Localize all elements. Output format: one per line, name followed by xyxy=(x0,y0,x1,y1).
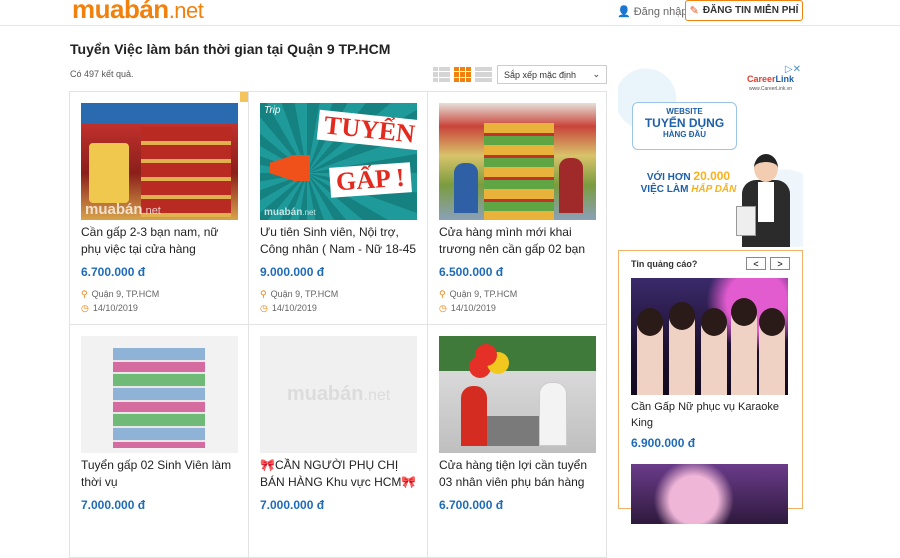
user-icon: 👤 xyxy=(617,6,631,18)
listing-date: 14/10/2019 xyxy=(450,303,496,313)
site-logo[interactable]: muabán.net xyxy=(72,0,204,25)
login-link[interactable]: 👤 Đăng nhập xyxy=(617,5,688,19)
image-watermark: muabán.net xyxy=(264,207,316,218)
sponsored-item-image[interactable] xyxy=(631,278,788,395)
image-brand-text: Trip xyxy=(264,105,281,116)
clock-icon: ◷ xyxy=(260,303,268,313)
post-free-ad-button[interactable]: ✎ ĐĂNG TIN MIỄN PHÍ xyxy=(685,0,803,21)
listing-price: 6.700.000 đ xyxy=(81,265,146,279)
listing-card[interactable]: Cửa hàng tiện lợi cần tuyển 03 nhân viên… xyxy=(428,325,607,558)
listing-meta: ⚲ Quận 9, TP.HCM ◷ 14/10/2019 xyxy=(260,287,417,315)
banner-website-box: WEBSITE TUYỂN DỤNG HÀNG ĐẦU xyxy=(632,102,737,150)
chevron-down-icon: ⌄ xyxy=(592,69,600,79)
careerlink-logo: CareerLink www.CareerLink.vn xyxy=(746,74,795,92)
chevron-right-icon[interactable]: > xyxy=(770,257,790,270)
grid-view-icon[interactable] xyxy=(454,67,471,82)
list-view-icon[interactable] xyxy=(433,67,450,82)
listing-image-placeholder[interactable]: muabán.net xyxy=(260,336,417,453)
listing-location: Quận 9, TP.HCM xyxy=(91,289,160,299)
ad-flag-icon xyxy=(240,92,248,102)
listing-title[interactable]: Cửa hàng mình mới khai trương nên cần gấ… xyxy=(439,224,596,258)
listing-location: Quận 9, TP.HCM xyxy=(449,289,518,299)
banner-offer-text: VỚI HƠN 20.000 VIỆC LÀM HẤP DẪN xyxy=(640,169,737,195)
listing-card[interactable]: muabán.net Cần gấp 2-3 bạn nam, nữ phụ v… xyxy=(70,92,249,325)
top-bar: muabán.net 👤 Đăng nhập ✎ ĐĂNG TIN MIỄN P… xyxy=(0,0,900,26)
listing-image[interactable]: Trip TUYỂN GẤP ! muabán.net xyxy=(260,103,417,220)
sort-dropdown[interactable]: Sắp xếp mặc định ⌄ xyxy=(497,65,607,84)
clock-icon: ◷ xyxy=(81,303,89,313)
sponsored-ads-box: Tin quảng cáo? < > Cần Gấp Nữ phục vụ Ka… xyxy=(618,250,803,524)
listing-image[interactable] xyxy=(439,336,596,453)
listing-price: 7.000.000 đ xyxy=(81,498,146,512)
location-pin-icon: ⚲ xyxy=(439,289,446,299)
logo-main: muabán xyxy=(72,0,169,24)
listing-image[interactable]: muabán.net xyxy=(81,103,238,220)
sponsored-item-price: 6.900.000 đ xyxy=(631,436,696,450)
listing-meta: ⚲ Quận 9, TP.HCM ◷ 14/10/2019 xyxy=(81,287,238,315)
listing-price: 6.500.000 đ xyxy=(439,265,504,279)
sort-label: Sắp xếp mặc định xyxy=(504,69,577,80)
listing-card[interactable]: Tuyển gấp 02 Sinh Viên làm thời vụ 7.000… xyxy=(70,325,249,558)
page-title: Tuyển Việc làm bán thời gian tại Quận 9 … xyxy=(70,41,391,57)
pencil-icon: ✎ xyxy=(689,5,699,17)
listing-title[interactable]: Cần gấp 2-3 bạn nam, nữ phụ việc tại cửa… xyxy=(81,224,238,258)
listing-title[interactable]: Tuyển gấp 02 Sinh Viên làm thời vụ xyxy=(81,457,238,491)
login-label: Đăng nhập xyxy=(633,5,688,18)
listing-grid: muabán.net Cần gấp 2-3 bạn nam, nữ phụ v… xyxy=(69,91,607,558)
listing-card[interactable]: Cửa hàng mình mới khai trương nên cần gấ… xyxy=(428,92,607,325)
location-pin-icon: ⚲ xyxy=(81,289,88,299)
careerlink-banner[interactable]: ▷✕ CareerLink www.CareerLink.vn WEBSITE … xyxy=(618,62,803,247)
banner-person-image xyxy=(736,154,796,247)
image-text-gap: GẤP ! xyxy=(329,162,412,198)
listing-date: 14/10/2019 xyxy=(92,303,138,313)
listing-meta: ⚲ Quận 9, TP.HCM ◷ 14/10/2019 xyxy=(439,287,596,315)
sponsored-item-title[interactable]: Cần Gấp Nữ phục vụ Karaoke King xyxy=(631,399,790,431)
listing-card[interactable]: Trip TUYỂN GẤP ! muabán.net Ưu tiên Sinh… xyxy=(249,92,428,325)
clock-icon: ◷ xyxy=(439,303,447,313)
sponsored-item-image-2[interactable] xyxy=(631,464,788,524)
listing-price: 6.700.000 đ xyxy=(439,498,504,512)
compact-list-view-icon[interactable] xyxy=(475,67,492,82)
placeholder-logo: muabán.net xyxy=(286,383,391,405)
image-watermark: muabán.net xyxy=(85,201,161,218)
listing-image[interactable] xyxy=(439,103,596,220)
logo-suffix: .net xyxy=(168,0,204,23)
view-mode-switcher xyxy=(433,67,492,82)
sponsored-heading: Tin quảng cáo? xyxy=(631,258,698,269)
listing-price: 9.000.000 đ xyxy=(260,265,325,279)
listing-title[interactable]: 🎀CẦN NGƯỜI PHỤ CHỊ BÁN HÀNG Khu vực HCM🎀 xyxy=(260,457,417,491)
listing-date: 14/10/2019 xyxy=(271,303,317,313)
listing-title[interactable]: Cửa hàng tiện lợi cần tuyển 03 nhân viên… xyxy=(439,457,596,491)
location-pin-icon: ⚲ xyxy=(260,289,267,299)
listing-card[interactable]: muabán.net 🎀CẦN NGƯỜI PHỤ CHỊ BÁN HÀNG K… xyxy=(249,325,428,558)
chevron-left-icon[interactable]: < xyxy=(746,257,766,270)
listing-image[interactable] xyxy=(81,336,238,453)
listing-title[interactable]: Ưu tiên Sinh viên, Nội trợ, Công nhân ( … xyxy=(260,224,417,258)
listing-location: Quận 9, TP.HCM xyxy=(270,289,339,299)
result-count: Có 497 kết quả. xyxy=(70,69,134,79)
post-button-label: ĐĂNG TIN MIỄN PHÍ xyxy=(702,5,799,16)
listing-price: 7.000.000 đ xyxy=(260,498,325,512)
